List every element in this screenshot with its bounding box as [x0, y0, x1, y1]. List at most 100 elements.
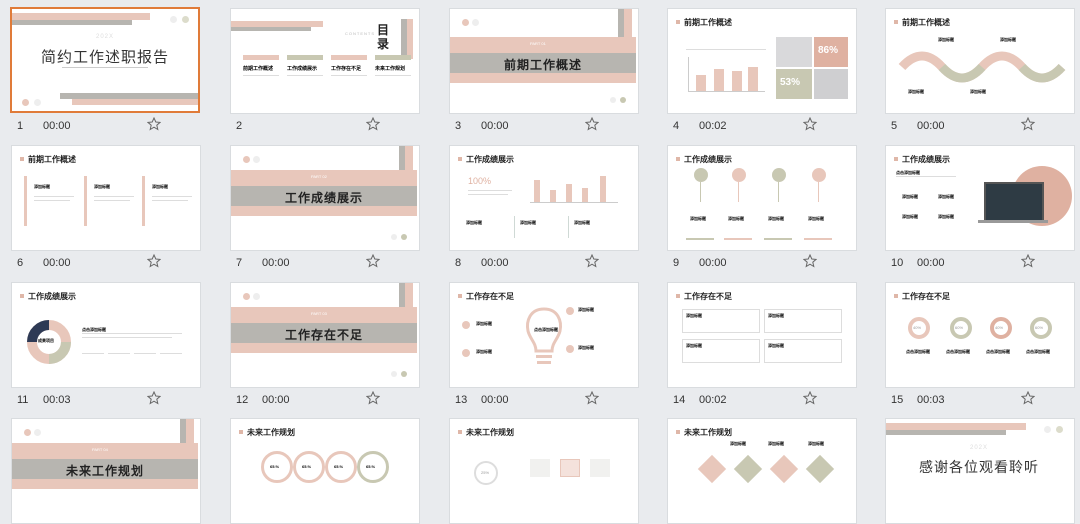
slide-thumbnail-11[interactable]: 工作成绩展示 成果项目 点击添加标题 11 00:03	[11, 282, 201, 418]
slide-number: 5	[891, 120, 898, 132]
star-outline-icon[interactable]	[803, 254, 817, 268]
slide-18[interactable]: 未来工作规划 25%	[449, 418, 639, 524]
slide-8-title: 工作成绩展示	[458, 155, 514, 164]
slide-thumbnail-14[interactable]: 工作存在不足 添加标题 添加标题 添加标题 添加标题 14 00:02	[667, 282, 857, 418]
ring-label-1: 点击添加标题	[906, 349, 930, 354]
slide-thumbnail-9[interactable]: 工作成绩展示 添加标题 添加标题 添加标题 添加标题 9 00:00	[667, 145, 857, 281]
toc-item-1: 前期工作概述	[243, 66, 274, 72]
star-outline-icon[interactable]	[1021, 117, 1035, 131]
slide-5[interactable]: 前期工作概述 添加标题 添加标题 添加标题 添加标题	[885, 8, 1075, 114]
slide-thumbnail-4[interactable]: 前期工作概述 86% 53% 4 00:02	[667, 8, 857, 144]
slide-13[interactable]: 工作存在不足 点击添加标题 添加标题 添加标题 添加标题 添加标题	[449, 282, 639, 388]
slide-15[interactable]: 工作存在不足 40% 60% 40% 60% 点击添加标题 点击添加标题 点击添…	[885, 282, 1075, 388]
slide-thumbnail-17[interactable]: 未来工作规划 65.% 65.% 65.% 65.%	[230, 418, 420, 524]
star-outline-icon[interactable]	[585, 254, 599, 268]
slide-thumbnail-2[interactable]: CONTENTS 目录 前期工作概述 工作成绩展示 工作存在不足 未来工作规划 …	[230, 8, 420, 144]
slide-thumbnail-20[interactable]: 202X 感谢各位观看聆听	[885, 418, 1075, 524]
tag-icon	[590, 459, 610, 477]
slide-12-badge: PART 03	[311, 311, 327, 316]
item-label-1: 添加标题	[902, 194, 918, 199]
slide-number: 2	[236, 120, 243, 132]
circle-pct-3: 65.%	[334, 464, 344, 469]
star-outline-icon[interactable]	[803, 117, 817, 131]
slide-number: 15	[891, 394, 904, 406]
slide-20[interactable]: 202X 感谢各位观看聆听	[885, 418, 1075, 524]
slide-thumbnail-5[interactable]: 前期工作概述 添加标题 添加标题 添加标题 添加标题 5 00:00	[885, 8, 1075, 144]
star-outline-icon[interactable]	[803, 391, 817, 405]
slide-12[interactable]: PART 03 工作存在不足	[230, 282, 420, 388]
step-label-1: 添加标题	[938, 37, 954, 42]
slide-3-title: 前期工作概述	[503, 58, 582, 72]
slide-11[interactable]: 工作成绩展示 成果项目 点击添加标题	[11, 282, 201, 388]
slide-number: 10	[891, 257, 904, 269]
col-label-2: 添加标题	[94, 184, 110, 189]
star-outline-icon[interactable]	[147, 254, 161, 268]
slide-4-title: 前期工作概述	[676, 18, 732, 27]
slide-3[interactable]: PART 01 前期工作概述	[449, 8, 639, 114]
circle-pct-4: 65.%	[366, 464, 376, 469]
bulb-icon	[526, 307, 562, 364]
slide-thumbnail-18[interactable]: 未来工作规划 25%	[449, 418, 639, 524]
donut-center-label: 成果项目	[38, 338, 54, 343]
star-outline-icon[interactable]	[1021, 391, 1035, 405]
slide-10[interactable]: 工作成绩展示 点击添加标题 添加标题 添加标题 添加标题 添加标题	[885, 145, 1075, 251]
slide-8[interactable]: 工作成绩展示 100% 添加标题 添加标题 添加标题	[449, 145, 639, 251]
slide-duration: 00:02	[699, 394, 727, 406]
slide-duration: 00:00	[43, 120, 71, 132]
send-icon	[530, 459, 550, 477]
slide-4[interactable]: 前期工作概述 86% 53%	[667, 8, 857, 114]
bulb-center-label: 点击添加标题	[534, 327, 558, 332]
slide-1[interactable]: 202X 简约工作述职报告	[10, 7, 200, 113]
item-label-2: 添加标题	[938, 194, 954, 199]
diamond-label-2: 添加标题	[768, 441, 784, 446]
slide-14[interactable]: 工作存在不足 添加标题 添加标题 添加标题 添加标题	[667, 282, 857, 388]
slide-thumbnail-15[interactable]: 工作存在不足 40% 60% 40% 60% 点击添加标题 点击添加标题 点击添…	[885, 282, 1075, 418]
toc-item-4: 未来工作规划	[375, 66, 406, 72]
slide-16[interactable]: PART 04 未来工作规划	[11, 418, 201, 524]
slide-20-title: 感谢各位观看聆听	[919, 459, 1039, 475]
slide-duration: 00:00	[699, 257, 727, 269]
box-label-3: 添加标题	[686, 343, 702, 348]
item-label-3: 添加标题	[902, 214, 918, 219]
slide-thumbnail-16[interactable]: PART 04 未来工作规划	[11, 418, 201, 524]
star-outline-icon[interactable]	[585, 117, 599, 131]
stat-label-2: 添加标题	[520, 220, 536, 225]
stat-label-3: 添加标题	[574, 220, 590, 225]
slide-6[interactable]: 前期工作概述 添加标题 添加标题 添加标题	[11, 145, 201, 251]
star-outline-icon[interactable]	[366, 391, 380, 405]
slide-thumbnail-3[interactable]: PART 01 前期工作概述 3 00:00	[449, 8, 639, 144]
slide-thumbnail-19[interactable]: 未来工作规划 添加标题 添加标题 添加标题	[667, 418, 857, 524]
slide-thumbnail-10[interactable]: 工作成绩展示 点击添加标题 添加标题 添加标题 添加标题 添加标题 10 00:0…	[885, 145, 1075, 281]
slide-9[interactable]: 工作成绩展示 添加标题 添加标题 添加标题 添加标题	[667, 145, 857, 251]
slide-19[interactable]: 未来工作规划 添加标题 添加标题 添加标题	[667, 418, 857, 524]
slide-thumbnail-12[interactable]: PART 03 工作存在不足 12 00:00	[230, 282, 420, 418]
slide-16-badge: PART 04	[92, 447, 108, 452]
slide-duration: 00:00	[481, 394, 509, 406]
pin-label-2: 添加标题	[728, 216, 744, 221]
slide-1-title: 简约工作述职报告	[40, 49, 169, 66]
star-outline-icon[interactable]	[1021, 254, 1035, 268]
star-outline-icon[interactable]	[366, 117, 380, 131]
col-label-3: 添加标题	[152, 184, 168, 189]
star-outline-icon[interactable]	[147, 117, 161, 131]
slide-thumbnail-13[interactable]: 工作存在不足 点击添加标题 添加标题 添加标题 添加标题 添加标题 13 00:0…	[449, 282, 639, 418]
slide-2[interactable]: CONTENTS 目录 前期工作概述 工作成绩展示 工作存在不足 未来工作规划	[230, 8, 420, 114]
slide-thumbnail-8[interactable]: 工作成绩展示 100% 添加标题 添加标题 添加标题 8 00:00	[449, 145, 639, 281]
slide-number: 12	[236, 394, 249, 406]
star-outline-icon[interactable]	[366, 254, 380, 268]
star-outline-icon[interactable]	[585, 391, 599, 405]
side-label-1: 添加标题	[476, 321, 492, 326]
slide-7[interactable]: PART 02 工作成绩展示	[230, 145, 420, 251]
slide-2-title: 目录	[377, 23, 390, 51]
slide-duration: 00:03	[43, 394, 71, 406]
slide-17[interactable]: 未来工作规划 65.% 65.% 65.% 65.%	[230, 418, 420, 524]
slide-number: 4	[673, 120, 680, 132]
slide-thumbnail-6[interactable]: 前期工作概述 添加标题 添加标题 添加标题 6 00:00	[11, 145, 201, 281]
slide-duration: 00:00	[481, 120, 509, 132]
slide-13-title: 工作存在不足	[458, 292, 514, 301]
slide-thumbnail-1[interactable]: 202X 简约工作述职报告 1 00:00	[10, 7, 201, 144]
star-outline-icon[interactable]	[147, 391, 161, 405]
slide-thumbnail-7[interactable]: PART 02 工作成绩展示 7 00:00	[230, 145, 420, 281]
slide-18-title: 未来工作规划	[458, 428, 514, 437]
ring-label-2: 点击添加标题	[946, 349, 970, 354]
